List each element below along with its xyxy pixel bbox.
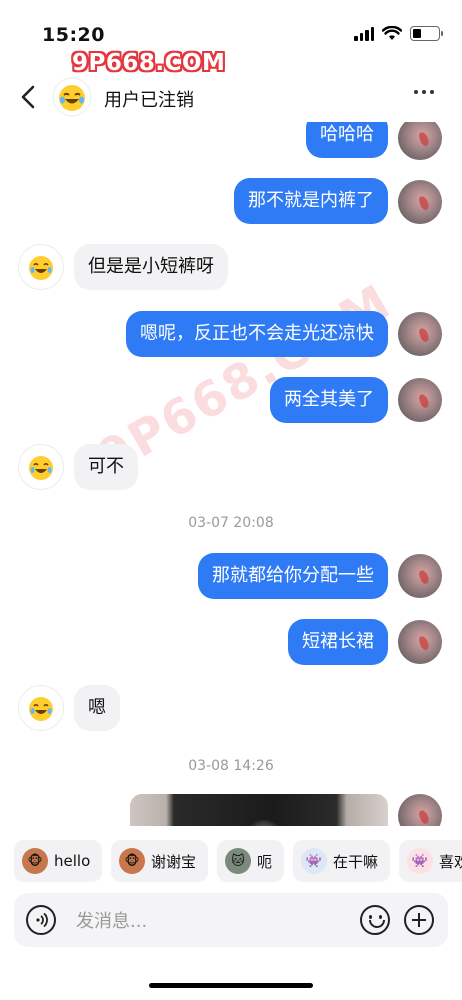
quick-reply-label: hello <box>54 852 91 870</box>
my-avatar[interactable] <box>398 180 442 224</box>
monkey-flower-icon: 🐵 <box>119 848 145 874</box>
cat-icon: 🐱 <box>225 848 251 874</box>
message-list[interactable]: 9P668.COM 哈哈哈 那不就是内裤了 但是是小短裤呀 嗯呢，反正也不会走光… <box>0 122 462 826</box>
quick-reply-label: 喜欢 <box>439 852 462 871</box>
status-icons <box>354 26 443 41</box>
contact-avatar[interactable] <box>18 244 64 290</box>
my-avatar[interactable] <box>398 620 442 664</box>
message-bubble[interactable]: 那就都给你分配一些 <box>198 553 388 599</box>
image-message[interactable] <box>130 794 388 826</box>
laughing-emoji-icon <box>29 256 53 280</box>
quick-reply-label: 在干嘛 <box>333 852 379 871</box>
quick-reply-uh[interactable]: 🐱 呃 <box>217 840 285 882</box>
laughing-emoji-icon <box>29 697 53 721</box>
message-input[interactable]: 发消息... <box>76 907 147 933</box>
home-indicator[interactable] <box>149 983 313 988</box>
my-avatar[interactable] <box>398 378 442 422</box>
message-bubble[interactable]: 那不就是内裤了 <box>234 178 388 224</box>
message-bubble[interactable]: 哈哈哈 <box>306 122 388 158</box>
status-time: 15:20 <box>42 24 105 46</box>
quick-reply-like[interactable]: 👾 喜欢 <box>399 840 462 882</box>
more-options-icon[interactable] <box>414 88 440 96</box>
quick-reply-label: 呃 <box>257 852 273 871</box>
status-bar: 15:20 <box>0 0 462 50</box>
wifi-icon <box>382 26 402 40</box>
my-avatar[interactable] <box>398 122 442 160</box>
chat-title: 用户已注销 <box>104 90 194 111</box>
quick-reply-hello[interactable]: 🐵 hello <box>14 840 103 882</box>
message-timestamp: 03-08 14:26 <box>188 758 274 774</box>
my-avatar[interactable] <box>398 794 442 826</box>
monster-pink-icon: 👾 <box>407 848 433 874</box>
quick-reply-doing[interactable]: 👾 在干嘛 <box>293 840 391 882</box>
quick-reply-thanks[interactable]: 🐵 谢谢宝 <box>111 840 209 882</box>
message-bubble[interactable]: 可不 <box>74 444 138 490</box>
my-avatar[interactable] <box>398 554 442 598</box>
quick-reply-bar[interactable]: 🐵 hello 🐵 谢谢宝 🐱 呃 👾 在干嘛 👾 喜欢 <box>0 840 462 884</box>
message-bubble[interactable]: 但是是小短裤呀 <box>74 244 228 290</box>
message-bubble[interactable]: 两全其美了 <box>270 377 388 423</box>
message-bubble[interactable]: 嗯呢，反正也不会走光还凉快 <box>126 311 388 357</box>
monkey-icon: 🐵 <box>22 848 48 874</box>
voice-input-icon[interactable] <box>26 905 56 935</box>
back-icon[interactable] <box>18 84 40 110</box>
message-bubble[interactable]: 短裙长裙 <box>288 619 388 665</box>
my-avatar[interactable] <box>398 312 442 356</box>
emoji-icon[interactable] <box>360 905 390 935</box>
signal-icon <box>354 26 374 41</box>
monster-icon: 👾 <box>301 848 327 874</box>
message-input-bar[interactable]: 发消息... <box>14 893 448 947</box>
contact-avatar[interactable] <box>18 685 64 731</box>
quick-reply-label: 谢谢宝 <box>151 852 197 871</box>
message-timestamp: 03-07 20:08 <box>188 515 274 531</box>
contact-avatar[interactable] <box>52 77 92 121</box>
battery-icon <box>410 26 443 41</box>
contact-avatar[interactable] <box>18 444 64 490</box>
laughing-emoji-icon <box>52 77 92 117</box>
add-attachment-icon[interactable] <box>404 905 434 935</box>
message-bubble[interactable]: 嗯 <box>74 685 120 731</box>
laughing-emoji-icon <box>29 456 53 480</box>
